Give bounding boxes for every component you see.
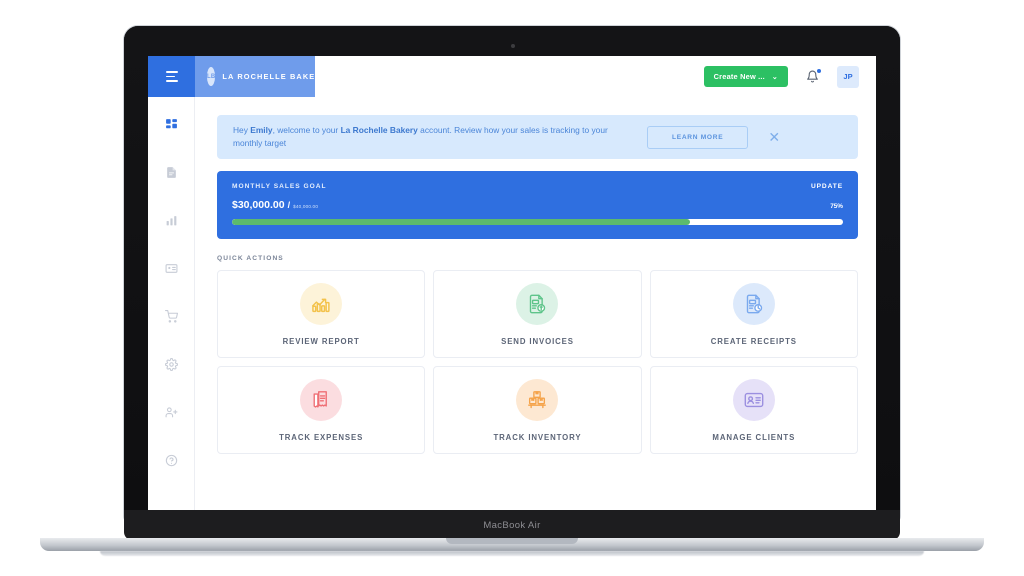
quick-action-card[interactable]: REVIEW REPORT [217, 270, 426, 358]
greeting-prefix: Hey [233, 124, 251, 135]
goal-card-values: $30,000.00 / $40,000.00 75% [232, 199, 843, 211]
welcome-banner-text: Hey Emily, welcome to your La Rochelle B… [233, 124, 633, 150]
quick-actions-title: QUICK ACTIONS [217, 255, 284, 262]
screenshot-stage: LB LA ROCHELLE BAKERY ⌄ Create New ... ⌄… [0, 0, 1024, 576]
create-new-button[interactable]: Create New ... ⌄ [703, 66, 788, 87]
quick-action-icon-circle [300, 282, 343, 325]
goal-amount-separator: / [287, 200, 291, 210]
banner-middle-text: , welcome to your [272, 124, 341, 135]
quick-action-label: CREATE RECEIPTS [710, 336, 797, 346]
quick-action-card[interactable]: TRACK EXPENSES [217, 366, 426, 454]
add-user-icon [165, 406, 177, 417]
device-model-label: MacBook Air [483, 519, 541, 531]
quick-action-icon-circle [732, 378, 775, 421]
sidebar-item-dashboard[interactable] [160, 113, 182, 135]
inventory-boxes-icon [528, 390, 547, 408]
document-icon [166, 166, 176, 178]
main-content: Hey Emily, welcome to your La Rochelle B… [195, 97, 876, 510]
sidebar-item-documents[interactable] [160, 161, 182, 183]
monthly-sales-goal-card: MONTHLY SALES GOAL UPDATE $30,000.00 / $… [217, 171, 858, 239]
goal-card-header: MONTHLY SALES GOAL UPDATE [232, 183, 843, 190]
webcam-icon [511, 44, 515, 48]
chevron-down-icon: ⌄ [771, 73, 778, 81]
app-body: Hey Emily, welcome to your La Rochelle B… [148, 97, 876, 510]
quick-action-icon-circle [732, 282, 775, 325]
sidebar-item-orders[interactable] [160, 305, 182, 327]
goal-target-amount: $40,000.00 [293, 204, 319, 209]
quick-action-card[interactable]: SEND INVOICES [433, 270, 642, 358]
notifications-button[interactable] [806, 69, 821, 83]
help-circle-icon [165, 454, 177, 466]
client-card-icon [744, 392, 764, 407]
sidebar-item-reports[interactable] [160, 209, 182, 231]
laptop-foot [100, 551, 924, 556]
quick-action-label: SEND INVOICES [501, 336, 574, 346]
gear-icon [164, 357, 178, 371]
report-chart-icon [312, 298, 330, 312]
goal-title: MONTHLY SALES GOAL [232, 183, 327, 190]
brand-selector[interactable]: LB LA ROCHELLE BAKERY ⌄ [195, 56, 341, 97]
quick-action-card[interactable]: MANAGE CLIENTS [649, 366, 858, 454]
goal-progress-bar [232, 219, 843, 225]
quick-action-label: REVIEW REPORT [282, 336, 360, 346]
expense-receipt-icon [313, 390, 328, 408]
welcome-banner: Hey Emily, welcome to your La Rochelle B… [217, 115, 858, 159]
quick-action-label: MANAGE CLIENTS [712, 432, 796, 442]
sidebar-item-add-user[interactable] [160, 401, 182, 423]
quick-action-icon-circle [300, 378, 343, 421]
update-goal-button[interactable]: UPDATE [811, 183, 843, 190]
invoice-icon [530, 294, 546, 313]
close-icon[interactable]: ✕ [762, 130, 786, 144]
hamburger-icon [165, 71, 178, 82]
goal-current-amount: $30,000.00 [232, 199, 285, 211]
learn-more-button[interactable]: LEARN MORE [647, 125, 749, 149]
brand-avatar: LB [207, 67, 216, 86]
sidebar-item-help[interactable] [160, 449, 182, 471]
goal-percent-label: 75% [830, 203, 843, 210]
quick-action-label: TRACK INVENTORY [493, 432, 582, 442]
header-actions: Create New ... ⌄ JP [315, 56, 876, 97]
create-new-label: Create New ... [713, 72, 765, 81]
notification-badge [817, 69, 821, 73]
user-name: Emily [250, 124, 273, 135]
quick-action-card[interactable]: CREATE RECEIPTS [649, 270, 858, 358]
app-header: LB LA ROCHELLE BAKERY ⌄ Create New ... ⌄… [148, 56, 876, 97]
receipt-doc-icon [746, 294, 763, 313]
goal-amount-group: $30,000.00 / $40,000.00 [232, 199, 318, 211]
goal-progress-fill [232, 219, 691, 225]
quick-actions-grid: REVIEW REPORT SEND INVOICES CREATE RECEI… [217, 270, 858, 454]
user-avatar[interactable]: JP [837, 65, 859, 88]
laptop-chin: MacBook Air [124, 510, 900, 540]
sidebar-item-settings[interactable] [160, 353, 182, 375]
shopping-cart-icon [164, 309, 178, 323]
laptop-base [40, 538, 984, 551]
quick-action-icon-circle [516, 378, 559, 421]
quick-action-label: TRACK EXPENSES [279, 432, 364, 442]
account-name: La Rochelle Bakery [340, 124, 418, 135]
menu-toggle-button[interactable] [148, 56, 195, 97]
quick-action-card[interactable]: TRACK INVENTORY [433, 366, 642, 454]
brand-name: LA ROCHELLE BAKERY [222, 72, 328, 81]
quick-action-icon-circle [516, 282, 559, 325]
sidebar [148, 97, 195, 510]
bar-chart-icon [166, 215, 176, 225]
dashboard-grid-icon [165, 118, 177, 128]
sidebar-item-contacts[interactable] [160, 257, 182, 279]
app-screen: LB LA ROCHELLE BAKERY ⌄ Create New ... ⌄… [148, 56, 876, 510]
id-card-icon [165, 263, 177, 273]
